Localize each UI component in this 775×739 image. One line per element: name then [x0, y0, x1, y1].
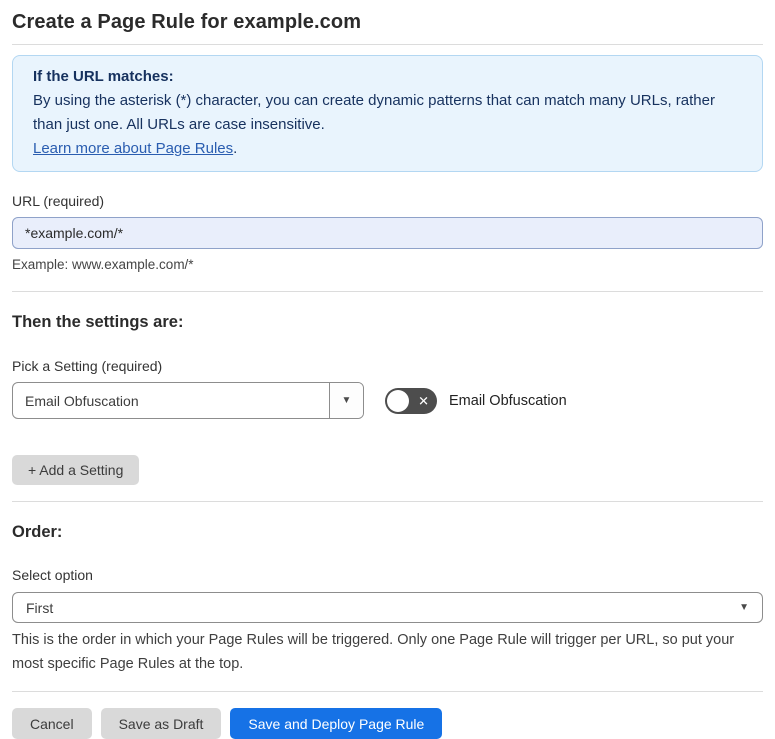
order-section-heading: Order: [12, 523, 63, 541]
order-select-value: First [26, 599, 54, 616]
email-obfuscation-toggle[interactable]: ✕ [385, 387, 437, 414]
toggle-knob [387, 389, 409, 412]
settings-section-divider [12, 501, 763, 502]
url-match-info-box: If the URL matches: By using the asteris… [12, 55, 763, 172]
chevron-down-icon: ▼ [341, 394, 352, 406]
info-box-heading: If the URL matches: [33, 68, 174, 85]
setting-select-dropdown[interactable]: Email Obfuscation ▼ [12, 382, 364, 419]
chevron-down-icon: ▼ [739, 601, 749, 613]
info-box-body: By using the asterisk (*) character, you… [33, 92, 715, 133]
page-title: Create a Page Rule for example.com [12, 11, 362, 33]
url-example-hint: Example: www.example.com/* [12, 257, 194, 272]
url-field-label: URL (required) [12, 193, 105, 209]
toggle-label: Email Obfuscation [449, 392, 567, 409]
settings-section-heading: Then the settings are: [12, 313, 184, 331]
url-section-divider [12, 291, 763, 292]
url-input[interactable] [12, 217, 763, 249]
order-help-text: This is the order in which your Page Rul… [12, 632, 735, 672]
order-select-dropdown[interactable]: First ▼ [12, 592, 763, 623]
email-obfuscation-toggle-group: ✕ Email Obfuscation [385, 387, 567, 414]
setting-select-arrow-button[interactable]: ▼ [329, 383, 363, 418]
info-box-link-line: Learn more about Page Rules. [33, 137, 742, 161]
cancel-button[interactable]: Cancel [12, 708, 92, 739]
pick-setting-label: Pick a Setting (required) [12, 358, 163, 374]
order-select-label: Select option [12, 567, 93, 583]
learn-more-link[interactable]: Learn more about Page Rules [33, 140, 233, 157]
save-and-deploy-button[interactable]: Save and Deploy Page Rule [230, 708, 443, 739]
page-rule-form: Create a Page Rule for example.com If th… [0, 9, 775, 739]
toggle-off-x-icon: ✕ [418, 393, 429, 408]
setting-select-value: Email Obfuscation [25, 392, 139, 409]
settings-row: Email Obfuscation ▼ ✕ Email Obfuscation [12, 382, 763, 419]
title-divider [12, 44, 763, 45]
footer-buttons: Cancel Save as Draft Save and Deploy Pag… [12, 708, 763, 739]
footer-divider [12, 691, 763, 692]
link-period: . [233, 140, 238, 157]
add-setting-button[interactable]: + Add a Setting [12, 455, 140, 485]
save-as-draft-button[interactable]: Save as Draft [100, 708, 222, 739]
